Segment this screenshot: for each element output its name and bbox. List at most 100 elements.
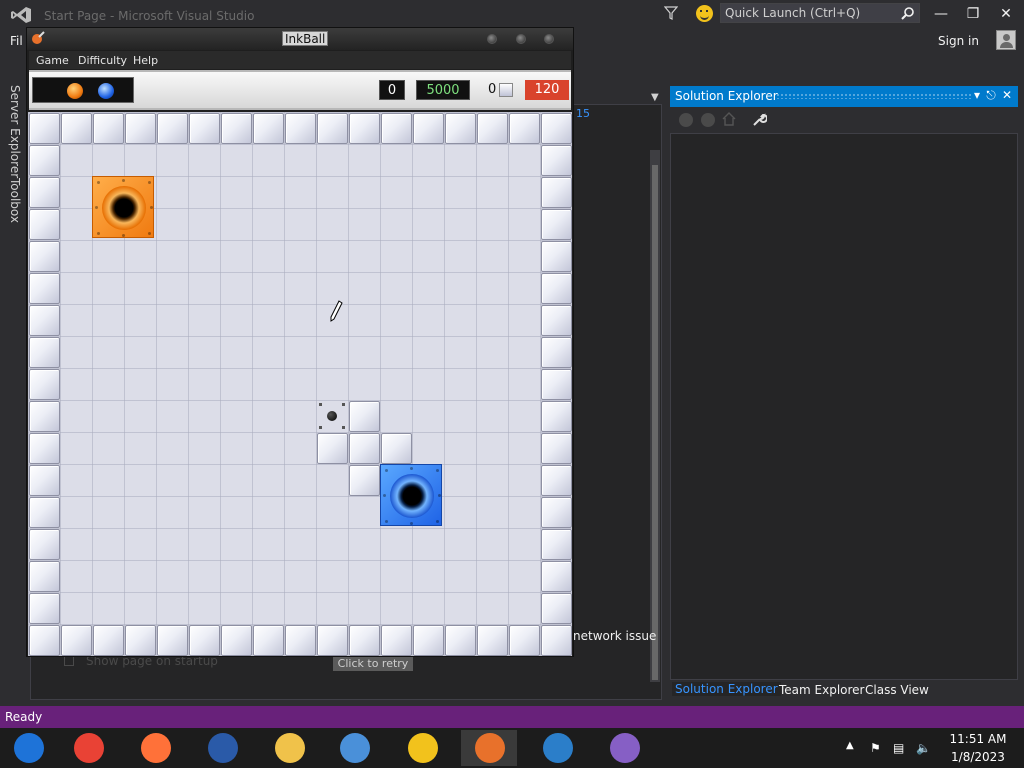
restore-icon[interactable]: ❐ [965,6,981,22]
feedback-smiley-icon[interactable] [696,5,713,22]
wall-tile [93,113,124,144]
taskbar-app[interactable] [127,730,183,766]
inkball-score-bar: 0 5000 0 120 [29,70,571,110]
wall-tile [541,209,572,240]
inkball-maximize-icon[interactable] [516,34,526,44]
wall-tile [29,401,60,432]
hole-opening [102,186,146,230]
wall-tile [29,177,60,208]
hole-opening [390,474,434,518]
toolbox-tab[interactable]: Toolbox [8,178,22,223]
game-board[interactable] [28,112,572,656]
account-avatar-icon[interactable] [996,30,1016,50]
menu-file-partial[interactable]: Fil [10,34,23,48]
pin-icon[interactable]: ⎋ [984,88,998,103]
wall-tile [29,369,60,400]
back-icon[interactable] [679,113,693,127]
taskbar-app[interactable] [60,730,116,766]
wall-tile [541,561,572,592]
taskbar-app[interactable] [394,730,450,766]
spawn-marker [319,403,322,406]
tab-class-view[interactable]: Class View [865,683,929,697]
doc-number-fragment: 15 [576,107,590,120]
wall-tile [413,625,444,656]
tab-solution-explorer[interactable]: Solution Explorer [672,682,781,696]
wall-tile [541,305,572,336]
blocks-count: 0 [488,82,497,97]
menu-help[interactable]: Help [133,54,158,67]
status-bar: Ready [0,706,1024,728]
wall-tile [93,625,124,656]
minimize-icon[interactable]: — [933,6,949,22]
wall-tile [285,113,316,144]
wall-tile [541,593,572,624]
wall-tile [29,113,60,144]
wall-tile [285,625,316,656]
obama-logo-icon [208,733,238,763]
notification-filter-icon[interactable] [664,5,678,21]
rivet [410,522,413,525]
wall-tile [445,625,476,656]
wall-tile [29,241,60,272]
menu-game[interactable]: Game [36,54,69,67]
obstacle-tile [381,433,412,464]
rivet [122,179,125,182]
smiley-face-icon [408,733,438,763]
taskbar-app[interactable] [0,730,56,766]
wall-tile [541,625,572,656]
rivet [97,181,100,184]
quick-launch-input[interactable]: Quick Launch (Ctrl+Q) [720,3,920,23]
rivet [95,206,98,209]
inkball-window: InkBall Game Difficulty Help 0 5000 0 12… [26,27,574,657]
menu-difficulty[interactable]: Difficulty [78,54,127,67]
taskbar-app[interactable] [194,730,250,766]
panel-close-icon[interactable]: ✕ [1000,88,1014,102]
taskbar-app[interactable] [461,730,517,766]
rivet [150,206,153,209]
doc-scrollbar-thumb[interactable] [652,165,658,680]
wall-tile [541,177,572,208]
wall-tile [221,113,252,144]
close-icon[interactable]: ✕ [998,6,1014,22]
wall-tile [125,113,156,144]
tab-team-explorer[interactable]: Team Explorer [779,683,865,697]
rivet [383,494,386,497]
wall-tile [541,113,572,144]
taskbar-app[interactable] [596,730,652,766]
inkball-close-icon[interactable] [544,34,554,44]
inkball-minimize-icon[interactable] [487,34,497,44]
volume-icon[interactable]: 🔈 [916,741,931,755]
solution-explorer-body [670,133,1018,680]
network-icon[interactable]: ▤ [893,741,904,755]
properties-wrench-icon[interactable] [752,112,767,127]
doc-overflow-dropdown-icon[interactable]: ▼ [651,92,659,103]
sign-in-link[interactable]: Sign in [938,34,979,48]
clock-time[interactable]: 11:51 AM [948,732,1008,746]
wall-tile [381,113,412,144]
taskbar-app[interactable] [261,730,317,766]
drag-grip[interactable] [776,93,972,99]
tray-overflow-icon[interactable]: ▲ [846,740,854,751]
wall-tile [381,625,412,656]
wall-tile [541,273,572,304]
server-explorer-tab[interactable]: Server Explorer [8,85,22,178]
home-icon[interactable] [722,112,736,126]
rivet [148,232,151,235]
solution-explorer-title: Solution Explorer [675,89,778,103]
taskbar-app[interactable] [326,730,382,766]
wall-tile [29,497,60,528]
ball-spawn-point [317,401,347,431]
retry-button[interactable]: Click to retry [333,657,413,671]
inkball-title-bar[interactable]: InkBall [27,28,573,50]
solution-explorer-toolbar [670,107,1018,133]
wall-tile [541,497,572,528]
panel-menu-icon[interactable]: ▾ [970,88,984,102]
flag-icon[interactable]: ⚑ [870,741,881,755]
startup-checkbox[interactable] [64,656,74,666]
taskbar-app[interactable] [529,730,585,766]
spawn-marker [319,426,322,429]
wall-tile [541,529,572,560]
obstacle-tile [349,401,380,432]
forward-icon[interactable] [701,113,715,127]
clock-date[interactable]: 1/8/2023 [948,750,1008,764]
